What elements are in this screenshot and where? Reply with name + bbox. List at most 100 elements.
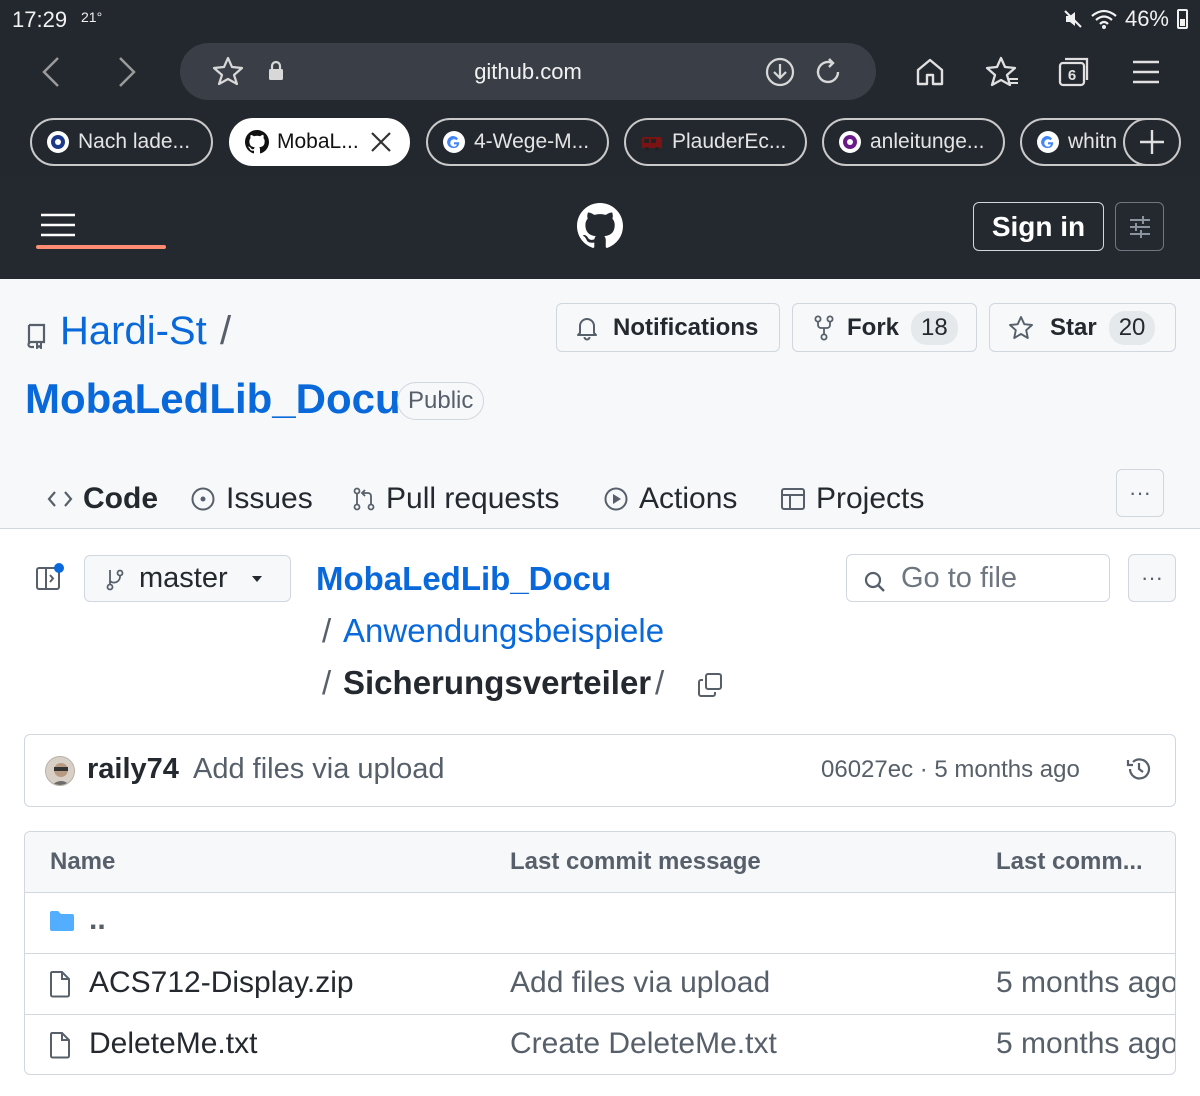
- plus-icon: [1140, 130, 1164, 154]
- branch-icon: [106, 569, 124, 590]
- back-icon[interactable]: [38, 55, 68, 89]
- tab-code[interactable]: Code: [47, 469, 158, 529]
- browser-tab[interactable]: Nach lade...: [30, 118, 213, 166]
- tab-label: MobaL...: [277, 130, 359, 153]
- tab-actions[interactable]: Actions: [603, 469, 737, 529]
- file-name-link[interactable]: DeleteMe.txt: [89, 1027, 257, 1061]
- file-nav-more-button[interactable]: ···: [1128, 554, 1176, 602]
- commit-author-link[interactable]: raily74: [87, 753, 179, 786]
- close-tab-icon[interactable]: [368, 129, 394, 161]
- notifications-button[interactable]: Notifications: [556, 303, 780, 352]
- sign-in-button[interactable]: Sign in: [973, 202, 1104, 251]
- tab-label: Nach lade...: [78, 130, 191, 153]
- train-icon: [640, 130, 664, 154]
- repo-icon: [25, 323, 47, 354]
- browser-tab[interactable]: anleitunge...: [822, 118, 1005, 166]
- breadcrumb-separator: /: [322, 612, 332, 649]
- tab-label: Issues: [226, 482, 313, 515]
- folder-icon: [49, 910, 75, 937]
- settings-sliders-button[interactable]: [1115, 202, 1164, 251]
- file-commit-date: 5 months ago: [996, 966, 1176, 999]
- commit-message-link[interactable]: Add files via upload: [193, 753, 445, 786]
- side-panel-icon[interactable]: [35, 562, 65, 597]
- go-to-file-input[interactable]: Go to file: [846, 554, 1110, 602]
- repo-header: Hardi-St / MobaLedLib_Docu Public Notifi…: [0, 279, 1200, 529]
- latest-commit-box: raily74 Add files via upload 06027ec · 5…: [24, 734, 1176, 807]
- tab-label: whitn: [1068, 130, 1118, 153]
- browser-tab[interactable]: PlauderEc...: [624, 118, 807, 166]
- star-button[interactable]: Star 20: [989, 303, 1176, 352]
- table-icon: [781, 488, 805, 510]
- tab-label: anleitunge...: [870, 130, 985, 153]
- address-bar[interactable]: github.com: [180, 43, 876, 100]
- download-icon[interactable]: [764, 56, 796, 88]
- tab-strip: Nach lade... MobaL... 4-Wege-M... Plaude…: [0, 106, 1200, 176]
- browser-tab[interactable]: 4-Wege-M...: [426, 118, 609, 166]
- forward-icon[interactable]: [112, 55, 142, 89]
- branch-selector[interactable]: master: [84, 555, 291, 602]
- google-icon: [442, 130, 466, 154]
- status-bar: 17:29 21° 46%: [0, 0, 1200, 38]
- bell-icon: [577, 317, 597, 340]
- browser-tab-active[interactable]: MobaL...: [229, 118, 410, 166]
- star-icon: [1009, 315, 1033, 339]
- battery-icon: [1177, 9, 1188, 29]
- history-icon[interactable]: [1125, 755, 1153, 788]
- repo-more-button[interactable]: ···: [1116, 469, 1164, 517]
- wifi-icon: [1091, 9, 1117, 29]
- breadcrumb-root-link[interactable]: MobaLedLib_Docu: [316, 560, 611, 598]
- site-badge-icon: [46, 130, 70, 154]
- menu-icon[interactable]: [1131, 58, 1161, 86]
- fork-button[interactable]: Fork 18: [792, 303, 977, 352]
- breadcrumb-folder-link[interactable]: Anwendungsbeispiele: [343, 612, 664, 650]
- tabs-count-icon[interactable]: 6: [1057, 56, 1091, 88]
- bookmarks-icon[interactable]: [985, 55, 1019, 89]
- column-header-date: Last comm...: [996, 848, 1143, 875]
- github-icon: [245, 130, 269, 154]
- file-name-link[interactable]: ACS712-Display.zip: [89, 966, 354, 1000]
- sliders-icon: [1129, 215, 1150, 238]
- tab-projects[interactable]: Projects: [780, 469, 924, 529]
- table-row: DeleteMe.txt Create DeleteMe.txt 5 month…: [25, 1015, 1175, 1074]
- commit-hash-and-time[interactable]: 06027ec · 5 months ago: [821, 756, 1080, 784]
- breadcrumb-separator: /: [322, 664, 332, 701]
- file-commit-message-link[interactable]: Add files via upload: [510, 966, 770, 1000]
- visibility-badge: Public: [397, 382, 485, 420]
- file-icon: [49, 1031, 71, 1064]
- home-icon[interactable]: [914, 56, 946, 88]
- mute-icon: [1064, 10, 1082, 28]
- hamburger-menu-icon[interactable]: [41, 213, 75, 242]
- branch-name: master: [139, 562, 228, 594]
- breadcrumb-separator: /: [655, 664, 665, 701]
- google-icon: [1036, 130, 1060, 154]
- temperature: 21°: [81, 9, 103, 25]
- repo-name-link[interactable]: MobaLedLib_Docu: [25, 375, 401, 423]
- column-header-name: Name: [50, 848, 116, 875]
- tab-pull-requests[interactable]: Pull requests: [352, 469, 559, 529]
- caret-down-icon: [251, 575, 262, 582]
- tab-issues[interactable]: Issues: [190, 469, 313, 529]
- github-header: Sign in: [0, 176, 1200, 279]
- file-table: Name Last commit message Last comm... ..…: [24, 831, 1176, 1075]
- pull-request-icon: [353, 487, 375, 511]
- repo-owner-link[interactable]: Hardi-St: [60, 309, 207, 354]
- github-logo-icon[interactable]: [577, 203, 623, 254]
- copy-path-icon[interactable]: [697, 672, 723, 703]
- active-tab-underline: [36, 245, 166, 249]
- search-icon: [864, 571, 885, 592]
- owner-separator: /: [220, 309, 232, 353]
- reload-icon[interactable]: [812, 56, 844, 88]
- star-count: 20: [1108, 310, 1156, 345]
- parent-directory-link[interactable]: ..: [89, 903, 106, 937]
- avatar[interactable]: [45, 756, 75, 786]
- star-label: Star: [1050, 313, 1097, 341]
- tab-label: Actions: [639, 482, 738, 515]
- battery-percent: 46%: [1124, 6, 1169, 31]
- fork-count: 18: [911, 310, 958, 345]
- new-tab-button[interactable]: [1123, 118, 1181, 166]
- code-icon: [47, 491, 73, 507]
- file-icon: [49, 970, 71, 1003]
- clock: 17:29: [12, 7, 68, 32]
- file-commit-message-link[interactable]: Create DeleteMe.txt: [510, 1027, 777, 1061]
- parent-directory-row[interactable]: ..: [25, 893, 1175, 954]
